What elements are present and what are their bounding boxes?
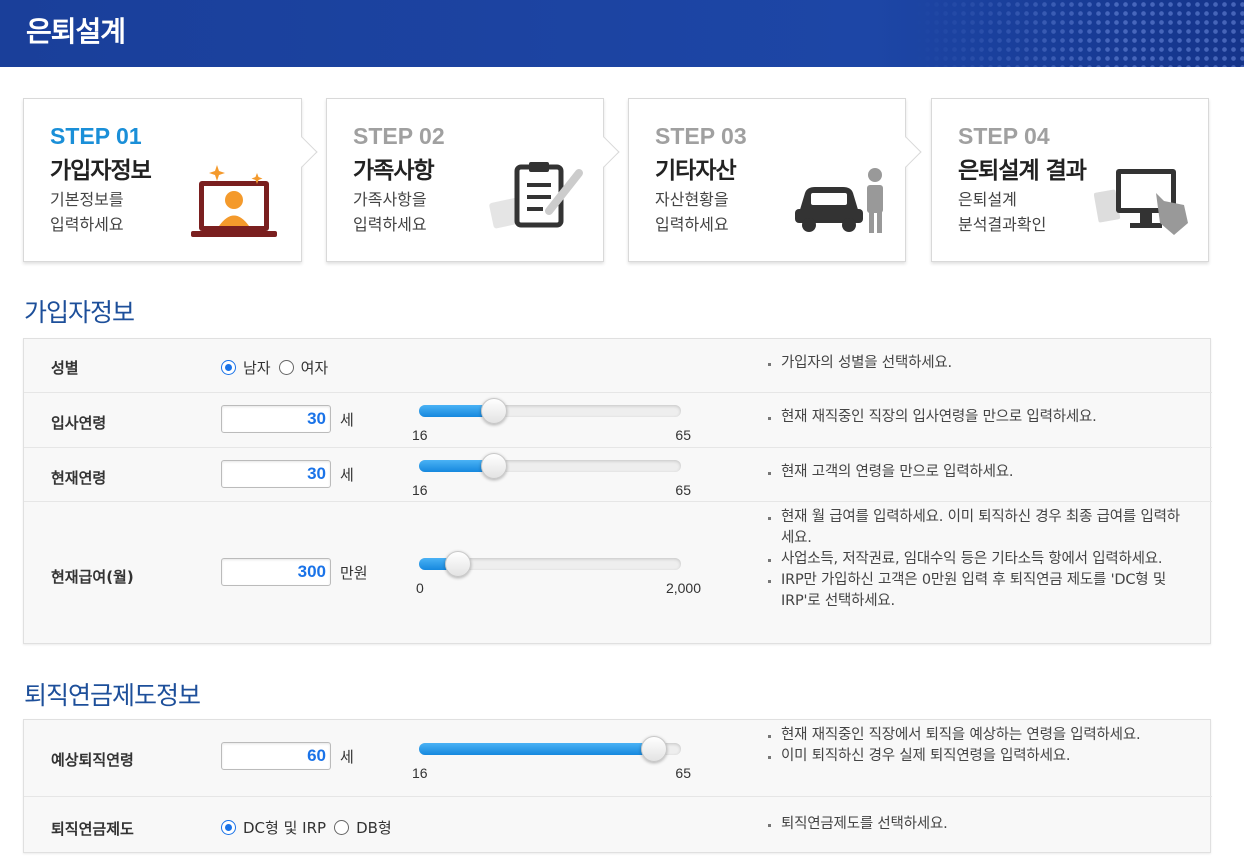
- join-age-row: 입사연령 30 세 16 65 현재 재직중인 직장의 입사연령을 만으로 입력…: [24, 393, 1212, 448]
- page-title: 은퇴설계: [26, 15, 126, 48]
- current-age-note: 현재 고객의 연령을 만으로 입력하세요.: [766, 462, 1186, 483]
- gender-note: 가입자의 성별을 선택하세요.: [766, 353, 1186, 374]
- step-arrow: [890, 136, 922, 168]
- slider-min-label: 16: [412, 427, 428, 443]
- slider-max-label: 65: [675, 427, 691, 443]
- retire-age-note: 현재 재직중인 직장에서 퇴직을 예상하는 연령을 입력하세요.: [766, 725, 1186, 746]
- pension-db-label[interactable]: DB형: [356, 817, 392, 838]
- step-number: STEP 02: [353, 123, 445, 149]
- step-name: 은퇴설계 결과: [958, 158, 1087, 184]
- step-name: 기타자산: [655, 158, 737, 184]
- salary-row: 현재급여(월) 300 만원 0 2,000 현재 월 급여를 입력하세요. 이…: [24, 502, 1212, 645]
- gender-female-radio[interactable]: [278, 360, 294, 375]
- salary-label: 현재급여(월): [51, 568, 134, 586]
- pension-dc-radio[interactable]: [221, 820, 236, 835]
- gender-male-label[interactable]: 남자: [243, 357, 271, 378]
- slider-fill: [419, 743, 654, 755]
- gender-label: 성별: [51, 359, 79, 377]
- salary-slider[interactable]: 0 2,000: [416, 551, 701, 596]
- step-desc: 가족사항을 입력하세요: [353, 190, 427, 234]
- retire-age-unit: 세: [340, 748, 354, 766]
- salary-note: IRP만 가입하신 고객은 0만원 입력 후 퇴직연금 제도를 'DC형 및 I…: [766, 570, 1186, 612]
- slider-max-label: 65: [675, 765, 691, 781]
- step-2[interactable]: STEP 02 가족사항 가족사항을 입력하세요: [326, 98, 620, 262]
- current-age-label: 현재연령: [51, 469, 107, 487]
- step-desc: 은퇴설계 분석결과확인: [958, 190, 1047, 234]
- slider-thumb[interactable]: [445, 551, 471, 577]
- join-age-slider[interactable]: 16 65: [412, 398, 691, 443]
- salary-note: 현재 월 급여를 입력하세요. 이미 퇴직하신 경우 최종 급여를 입력하세요.: [766, 507, 1186, 549]
- join-age-unit: 세: [340, 411, 354, 429]
- slider-min-label: 16: [412, 765, 428, 781]
- pension-info-panel: 예상퇴직연령 60 세 16 65 현재 재직중인 직장에서 퇴직을 예상하는 …: [23, 719, 1212, 854]
- subscriber-laptop-icon: [191, 165, 277, 237]
- gender-male-radio[interactable]: [221, 360, 236, 375]
- section-title-subscriber: 가입자정보: [24, 298, 135, 327]
- join-age-notes: 현재 재직중인 직장의 입사연령을 만으로 입력하세요.: [766, 407, 1186, 428]
- pension-type-row: 퇴직연금제도 DC형 및 IRP DB형 퇴직연금제도를 선택하세요.: [24, 797, 1212, 854]
- pension-type-note: 퇴직연금제도를 선택하세요.: [766, 814, 1186, 835]
- retire-age-input[interactable]: 60: [221, 742, 331, 770]
- step-4[interactable]: STEP 04 은퇴설계 결과 은퇴설계 분석결과확인: [931, 98, 1209, 262]
- step-desc: 자산현황을 입력하세요: [655, 190, 729, 234]
- step-arrow: [588, 136, 620, 168]
- current-age-row: 현재연령 30 세 16 65 현재 고객의 연령을 만으로 입력하세요.: [24, 448, 1212, 502]
- gender-row: 성별 남자 여자 가입자의 성별을 선택하세요.: [24, 339, 1212, 393]
- salary-notes: 현재 월 급여를 입력하세요. 이미 퇴직하신 경우 최종 급여를 입력하세요.…: [766, 507, 1186, 612]
- monitor-result-icon: [1094, 169, 1188, 235]
- step-desc: 기본정보를 입력하세요: [50, 190, 124, 234]
- step-number: STEP 04: [958, 123, 1050, 149]
- pension-type-label: 퇴직연금제도: [51, 820, 134, 838]
- page-header: 은퇴설계: [0, 0, 1244, 67]
- car-asset-icon: [795, 168, 883, 233]
- slider-min-label: 16: [412, 482, 428, 498]
- pension-dc-label[interactable]: DC형 및 IRP: [243, 817, 326, 838]
- retire-age-note: 이미 퇴직하신 경우 실제 퇴직연령을 입력하세요.: [766, 746, 1186, 767]
- pension-db-radio[interactable]: [334, 820, 350, 835]
- current-age-unit: 세: [340, 466, 354, 484]
- retire-age-slider[interactable]: 16 65: [412, 736, 691, 781]
- join-age-note: 현재 재직중인 직장의 입사연령을 만으로 입력하세요.: [766, 407, 1186, 428]
- slider-thumb[interactable]: [641, 736, 667, 762]
- retire-age-row: 예상퇴직연령 60 세 16 65 현재 재직중인 직장에서 퇴직을 예상하는 …: [24, 720, 1212, 797]
- current-age-input[interactable]: 30: [221, 460, 331, 488]
- step-name: 가족사항: [353, 158, 435, 184]
- retire-age-label: 예상퇴직연령: [51, 751, 134, 769]
- gender-notes: 가입자의 성별을 선택하세요.: [766, 353, 1186, 374]
- pension-type-notes: 퇴직연금제도를 선택하세요.: [766, 814, 1186, 835]
- current-age-slider[interactable]: 16 65: [412, 453, 691, 498]
- step-number: STEP 01: [50, 123, 142, 149]
- step-number: STEP 03: [655, 123, 747, 149]
- header-decoration: [914, 0, 1244, 67]
- retire-age-notes: 현재 재직중인 직장에서 퇴직을 예상하는 연령을 입력하세요. 이미 퇴직하신…: [766, 725, 1186, 767]
- section-title-pension: 퇴직연금제도정보: [24, 681, 201, 710]
- slider-thumb[interactable]: [481, 398, 507, 424]
- subscriber-info-panel: 성별 남자 여자 가입자의 성별을 선택하세요. 입사연령 30 세 16 65…: [23, 338, 1212, 645]
- slider-max-label: 65: [675, 482, 691, 498]
- slider-max-label: 2,000: [665, 580, 701, 596]
- step-name: 가입자정보: [50, 158, 152, 184]
- gender-radio-group: 남자 여자: [221, 357, 336, 378]
- current-age-notes: 현재 고객의 연령을 만으로 입력하세요.: [766, 462, 1186, 483]
- join-age-input[interactable]: 30: [221, 405, 331, 433]
- step-3[interactable]: STEP 03 기타자산 자산현황을 입력하세요: [628, 98, 922, 262]
- salary-note: 사업소득, 저작권료, 임대수익 등은 기타소득 항에서 입력하세요.: [766, 549, 1186, 570]
- gender-female-label[interactable]: 여자: [301, 357, 329, 378]
- salary-unit: 만원: [340, 564, 368, 582]
- join-age-label: 입사연령: [51, 414, 107, 432]
- pension-type-radio-group: DC형 및 IRP DB형: [221, 817, 400, 838]
- slider-min-label: 0: [416, 580, 424, 596]
- clipboard-icon: [489, 162, 583, 229]
- slider-thumb[interactable]: [481, 453, 507, 479]
- step-1[interactable]: STEP 01 가입자정보 기본정보를 입력하세요: [23, 98, 318, 262]
- step-arrow: [286, 136, 318, 168]
- salary-input[interactable]: 300: [221, 558, 331, 586]
